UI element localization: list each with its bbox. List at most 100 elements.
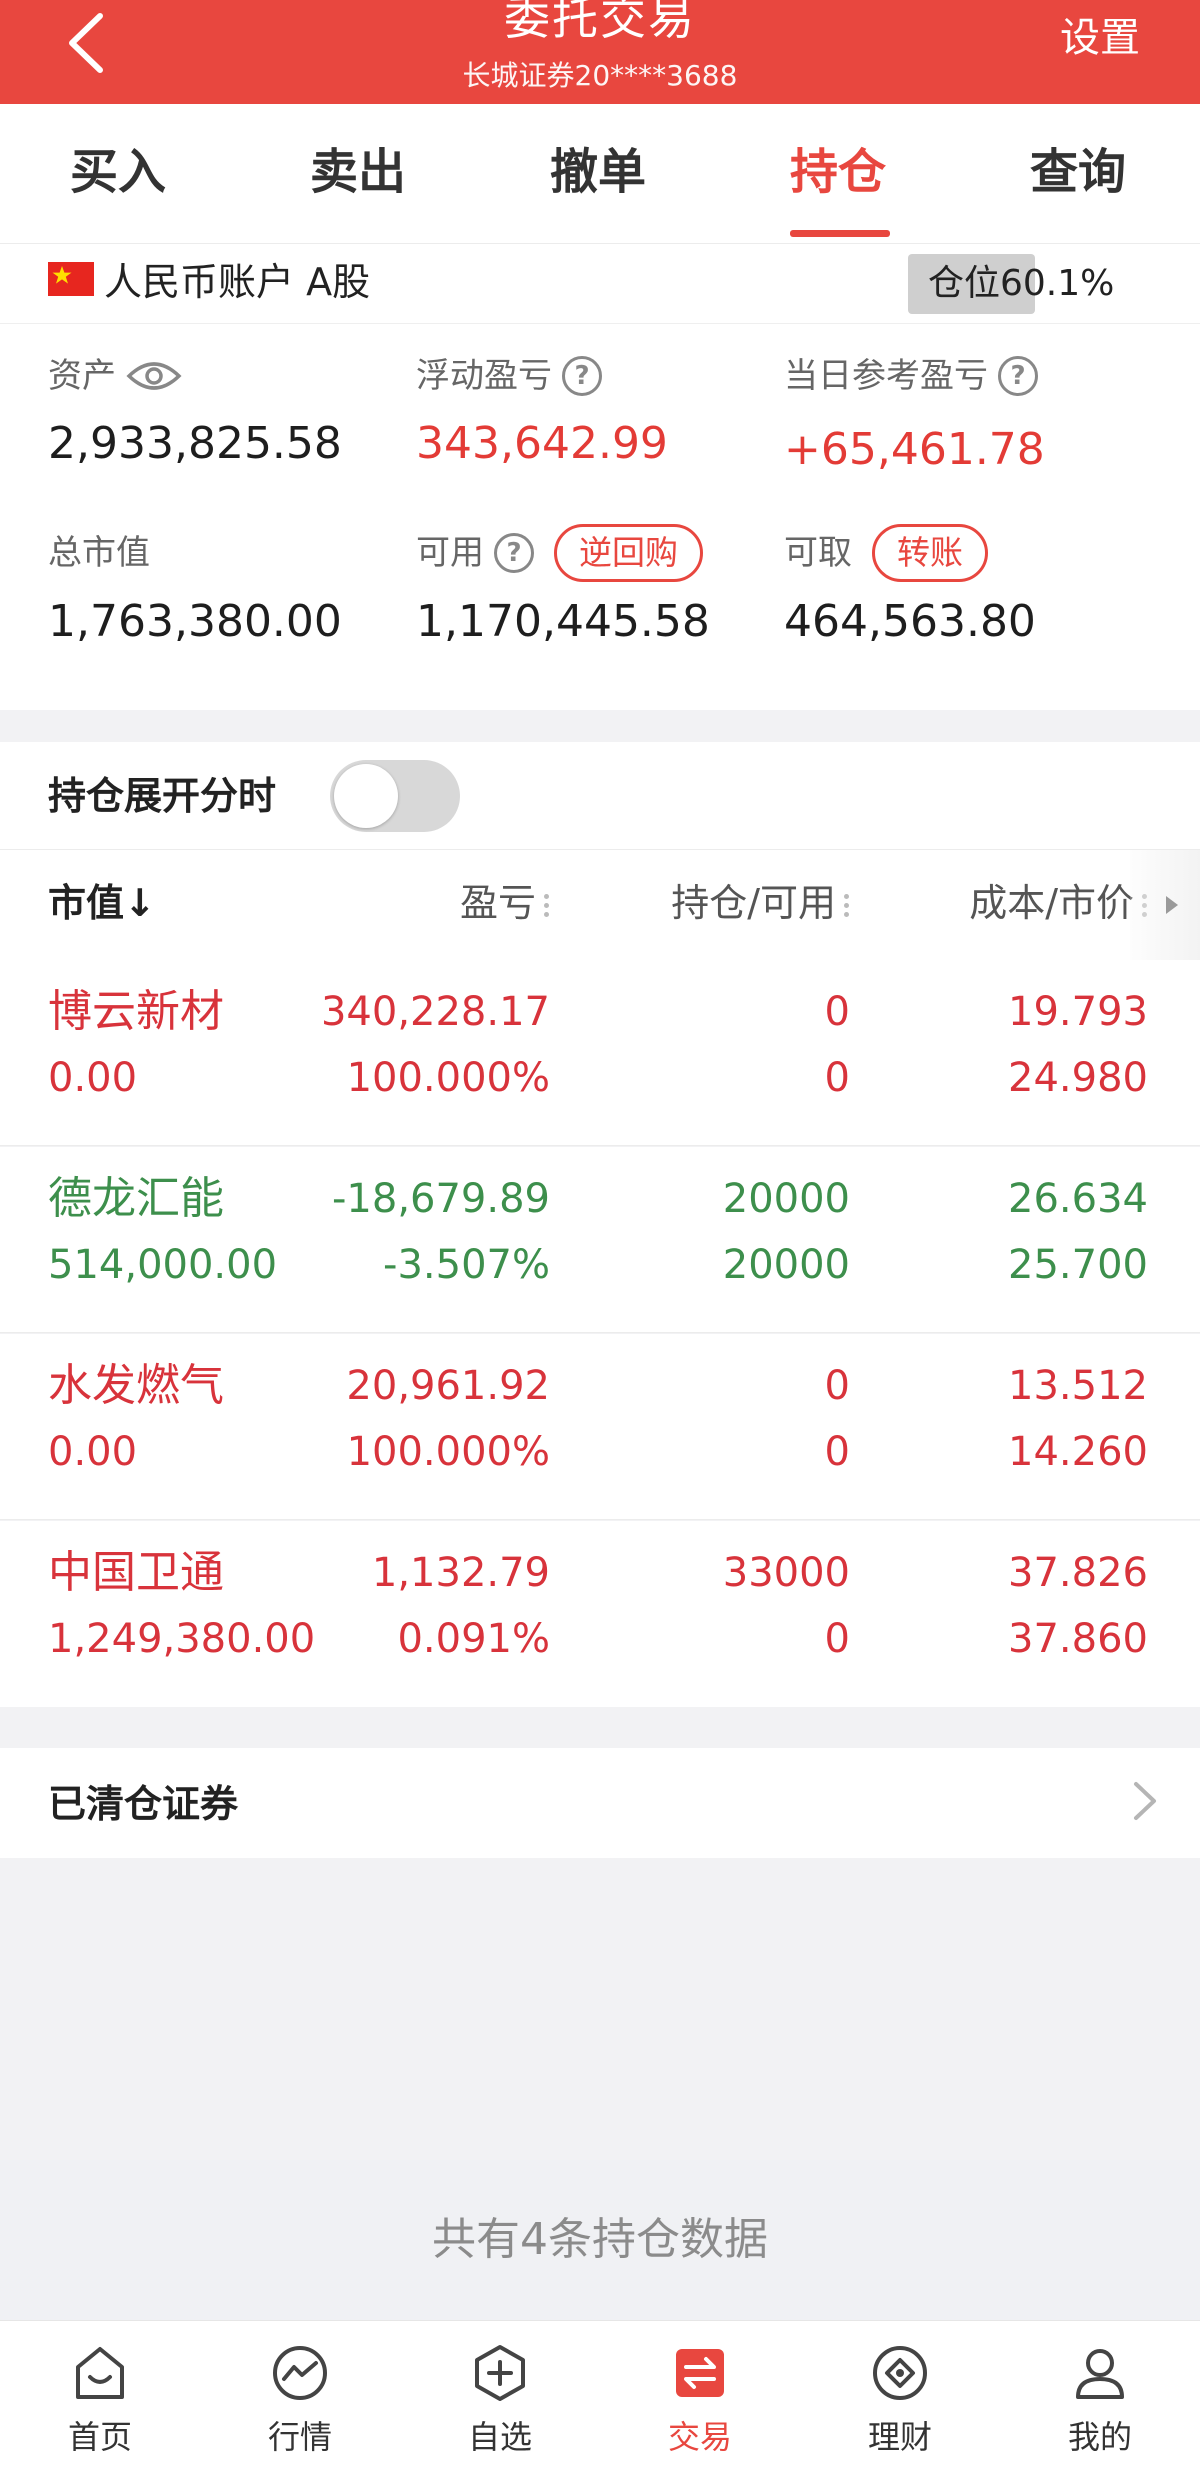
withdrawable-value: 464,563.80 — [784, 596, 1036, 647]
stock-pnl-pct: 100.000% — [346, 1055, 550, 1101]
home-icon — [76, 2347, 124, 2399]
tab-query[interactable]: 查询 — [1030, 142, 1126, 202]
available-label: 可用 — [416, 533, 484, 573]
watchlist-icon — [475, 2345, 525, 2401]
available-value: 1,170,445.58 — [416, 596, 710, 647]
account-label: 人民币账户 A股 — [104, 260, 371, 304]
asset-label: 资产 — [48, 356, 116, 396]
nav-home-label: 首页 — [67, 2418, 132, 2456]
stock-cost: 13.512 — [1008, 1363, 1148, 1409]
floating-pnl-label: 浮动盈亏 — [416, 356, 552, 396]
intraday-expand-toggle[interactable] — [330, 760, 460, 832]
nav-market-label: 行情 — [267, 2418, 332, 2456]
finance-icon — [873, 2346, 927, 2400]
nav-finance[interactable]: 理财 — [820, 2343, 980, 2459]
position-ratio-badge: 仓位60.1% — [908, 254, 1120, 314]
stock-market-value: 0.00 — [48, 1429, 138, 1475]
settings-button[interactable]: 设置 — [1060, 10, 1140, 66]
table-row[interactable]: 德龙汇能 514,000.00 -18,679.89 -3.507% 20000… — [0, 1147, 1200, 1333]
market-value-label: 总市值 — [48, 533, 150, 573]
nav-profile[interactable]: 我的 — [1020, 2343, 1180, 2459]
header-market-value[interactable]: 市值↓ — [48, 876, 156, 930]
nav-profile-label: 我的 — [1067, 2418, 1132, 2456]
profile-icon — [1076, 2349, 1124, 2399]
stock-pnl: 20,961.92 — [346, 1363, 550, 1409]
stock-price: 24.980 — [1008, 1055, 1148, 1101]
nav-trade-label: 交易 — [667, 2418, 732, 2456]
tab-buy[interactable]: 买入 — [70, 142, 166, 202]
stock-pnl: 340,228.17 — [320, 989, 550, 1035]
market-value-cell: 总市值 1,763,380.00 — [48, 524, 342, 650]
stock-market-value: 0.00 — [48, 1055, 138, 1101]
stock-hold: 33000 — [722, 1550, 850, 1596]
eye-icon[interactable] — [126, 358, 182, 394]
china-flag-icon — [48, 262, 94, 296]
day-pnl-value: +65,461.78 — [784, 424, 1045, 475]
cleared-securities-row[interactable]: 已清仓证券 — [0, 1748, 1200, 1858]
header-cost[interactable]: 成本/市价 — [969, 876, 1148, 930]
tab-holdings[interactable]: 持仓 — [790, 142, 886, 202]
stock-cost: 26.634 — [1008, 1176, 1148, 1222]
nav-trade[interactable]: 交易 — [620, 2343, 780, 2459]
reverse-repo-button[interactable]: 逆回购 — [554, 524, 703, 582]
floating-pnl-cell: 浮动盈亏 ? 343,642.99 — [416, 354, 668, 472]
nav-market[interactable]: 行情 — [220, 2343, 380, 2459]
position-ratio-label: 仓位60.1% — [928, 263, 1115, 304]
stock-hold: 0 — [824, 1363, 850, 1409]
stock-price: 14.260 — [1008, 1429, 1148, 1475]
transfer-button[interactable]: 转账 — [872, 524, 988, 582]
stock-hold: 0 — [824, 989, 850, 1035]
intraday-expand-label: 持仓展开分时 — [48, 774, 277, 818]
bottom-navigation: 首页 行情 自选 交易 理财 我的 — [0, 2320, 1200, 2483]
help-icon[interactable]: ? — [998, 356, 1038, 396]
nav-watchlist[interactable]: 自选 — [420, 2343, 580, 2459]
cleared-securities-label: 已清仓证券 — [48, 1782, 239, 1826]
page-title: 委托交易 — [504, 0, 696, 45]
scroll-right-button[interactable] — [1130, 850, 1200, 960]
stock-pnl: 1,132.79 — [371, 1550, 550, 1596]
withdrawable-label: 可取 — [784, 533, 852, 573]
stock-available: 20000 — [722, 1242, 850, 1288]
account-number: 长城证券20****3688 — [462, 59, 738, 92]
sort-down-icon: ↓ — [124, 881, 156, 925]
help-icon[interactable]: ? — [562, 356, 602, 396]
stock-pnl-pct: 100.000% — [346, 1429, 550, 1475]
header-pnl[interactable]: 盈亏 — [460, 876, 550, 930]
stock-hold: 20000 — [722, 1176, 850, 1222]
help-icon[interactable]: ? — [494, 533, 534, 573]
app-header: 委托交易 长城证券20****3688 设置 — [0, 0, 1200, 104]
asset-summary: 资产 2,933,825.58 浮动盈亏 ? 343,642.99 当日参考盈亏… — [0, 324, 1200, 710]
stock-name: 博云新材 — [48, 986, 224, 1037]
stock-market-value: 1,249,380.00 — [48, 1616, 316, 1662]
header-cost-label: 成本/市价 — [969, 881, 1134, 925]
holdings-table-header: 市值↓ 盈亏 持仓/可用 成本/市价 — [0, 850, 1200, 960]
tab-cancel[interactable]: 撤单 — [550, 142, 646, 202]
header-market-value-label: 市值 — [48, 881, 125, 925]
market-icon — [273, 2346, 327, 2400]
nav-home[interactable]: 首页 — [20, 2343, 180, 2459]
toggle-knob — [334, 764, 398, 828]
trade-icon — [676, 2349, 724, 2397]
trade-tabs: 买入 卖出 撤单 持仓 查询 — [0, 104, 1200, 244]
stock-available: 0 — [824, 1616, 850, 1662]
table-row[interactable]: 博云新材 0.00 340,228.17 100.000% 0 0 19.793… — [0, 960, 1200, 1146]
header-pnl-label: 盈亏 — [459, 881, 536, 925]
day-pnl-label: 当日参考盈亏 — [784, 356, 988, 396]
triangle-right-icon — [1166, 896, 1178, 914]
table-row[interactable]: 水发燃气 0.00 20,961.92 100.000% 0 0 13.512 … — [0, 1334, 1200, 1520]
holdings-count-summary: 共有4条持仓数据 — [0, 2160, 1200, 2320]
stock-cost: 37.826 — [1008, 1550, 1148, 1596]
table-row[interactable]: 中国卫通 1,249,380.00 1,132.79 0.091% 33000 … — [0, 1521, 1200, 1707]
stock-market-value: 514,000.00 — [48, 1242, 278, 1288]
nav-watchlist-label: 自选 — [467, 2418, 532, 2456]
stock-pnl-pct: -3.507% — [383, 1242, 550, 1288]
tab-sell[interactable]: 卖出 — [310, 142, 406, 202]
sort-handle-icon — [544, 890, 550, 921]
stock-pnl-pct: 0.091% — [397, 1616, 550, 1662]
sort-handle-icon — [844, 890, 850, 921]
intraday-expand-row: 持仓展开分时 — [0, 742, 1200, 850]
market-value-value: 1,763,380.00 — [48, 596, 342, 647]
stock-pnl: -18,679.89 — [331, 1176, 550, 1222]
day-pnl-cell: 当日参考盈亏 ? +65,461.78 — [784, 354, 1045, 478]
header-hold[interactable]: 持仓/可用 — [671, 876, 850, 930]
